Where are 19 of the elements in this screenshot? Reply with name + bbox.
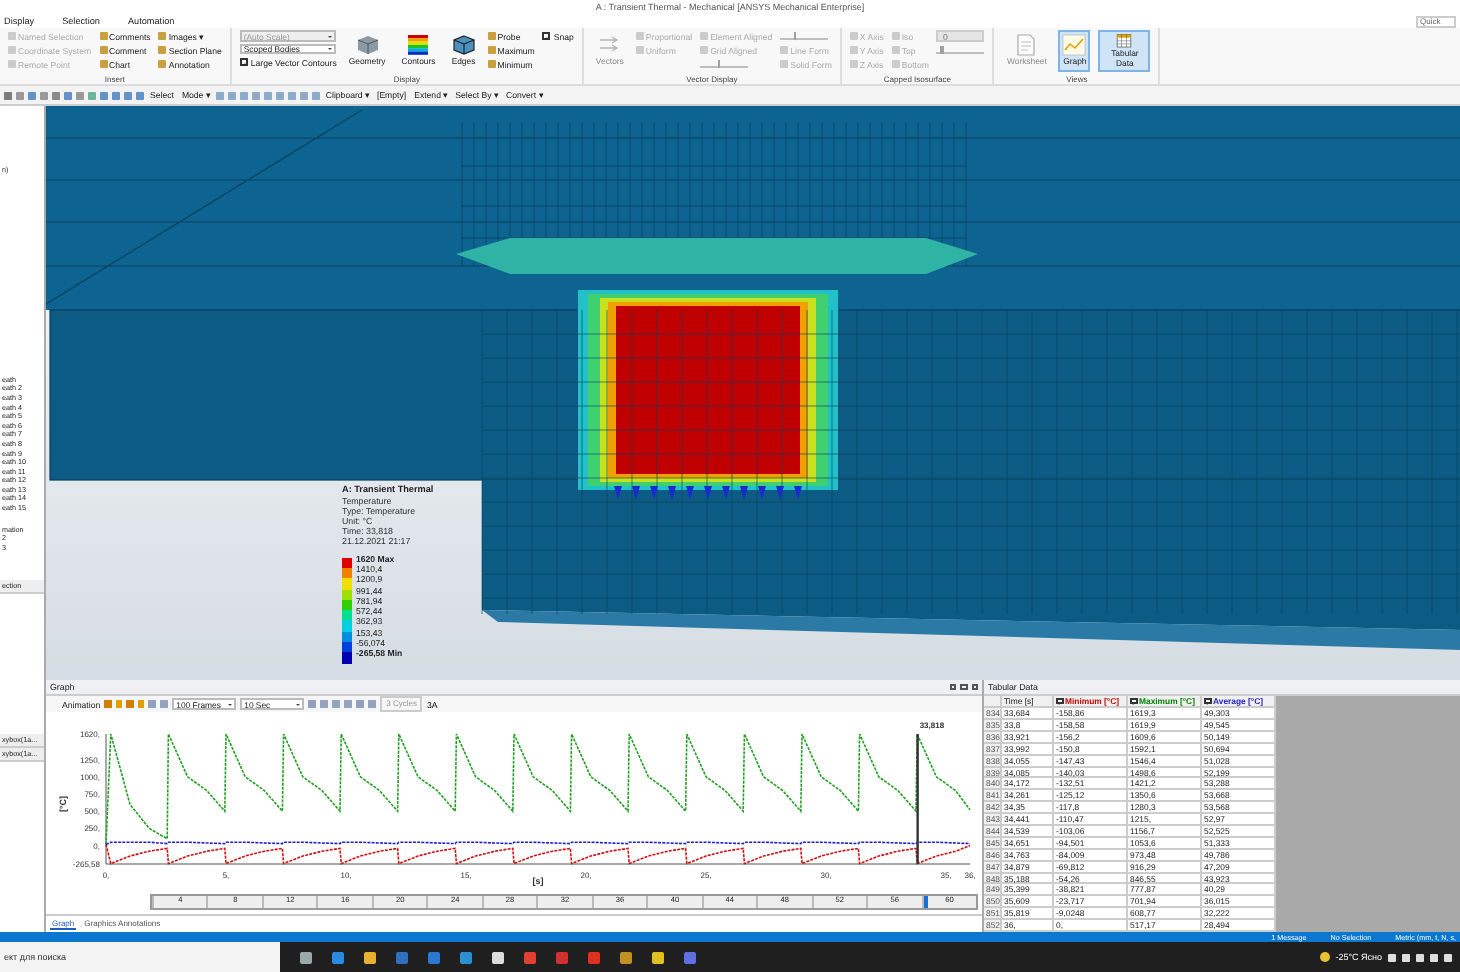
app-icon[interactable] xyxy=(300,951,312,963)
cube-icon xyxy=(355,34,380,57)
checkbox[interactable] xyxy=(1204,697,1211,705)
table-icon xyxy=(1112,34,1137,49)
line-graph-icon xyxy=(1062,34,1087,57)
checkbox[interactable] xyxy=(1130,697,1137,705)
checkbox[interactable] xyxy=(1056,697,1063,705)
app-icon[interactable] xyxy=(492,951,504,963)
app-icon[interactable] xyxy=(620,951,632,963)
app-icon[interactable] xyxy=(652,951,664,963)
checkbox[interactable] xyxy=(542,32,551,41)
checkbox[interactable] xyxy=(239,58,248,67)
app-icon[interactable] xyxy=(364,951,376,963)
edges-cube-icon xyxy=(451,34,476,57)
color-bars-icon xyxy=(406,34,431,57)
document-icon xyxy=(1014,34,1039,57)
arrows-icon xyxy=(597,34,622,57)
timeline-thumb[interactable] xyxy=(924,895,929,908)
time-cursor-line[interactable] xyxy=(916,734,919,865)
